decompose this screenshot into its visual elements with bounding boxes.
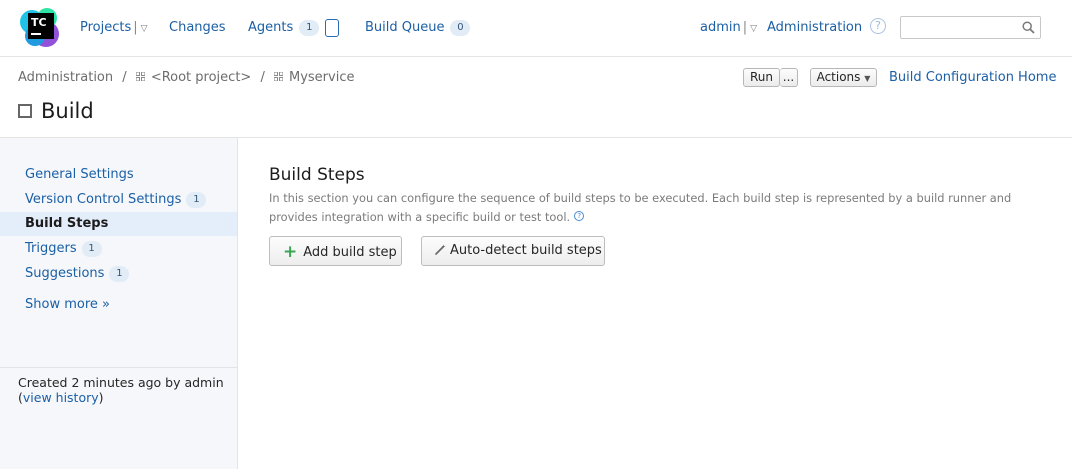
breadcrumb-root-project[interactable]: <Root project> xyxy=(151,70,252,85)
breadcrumb-administration[interactable]: Administration xyxy=(18,70,113,85)
search-field[interactable] xyxy=(900,16,1041,39)
sidebar-item-version-control-settings[interactable]: Version Control Settings 1 xyxy=(0,188,237,212)
page-title: Build xyxy=(18,99,94,123)
show-more-link[interactable]: Show more » xyxy=(25,297,110,312)
created-text: Created 2 minutes ago by admin xyxy=(18,375,224,390)
build-configuration-home-link[interactable]: Build Configuration Home xyxy=(889,70,1056,85)
sidebar-item-triggers[interactable]: Triggers 1 xyxy=(0,237,237,261)
sidebar-item-suggestions[interactable]: Suggestions 1 xyxy=(0,262,237,286)
user-name: admin xyxy=(700,20,741,35)
nav-agents-label: Agents xyxy=(248,20,294,35)
auto-detect-build-steps-button[interactable]: Auto-detect build steps xyxy=(421,236,605,266)
created-info: Created 2 minutes ago by admin (view his… xyxy=(18,375,224,405)
suggestions-count-badge: 1 xyxy=(109,266,130,282)
actions-button[interactable]: Actions ▼ xyxy=(810,68,877,87)
help-icon[interactable]: ? xyxy=(574,211,585,221)
nav-projects-label: Projects xyxy=(80,20,132,35)
agents-count-badge: 1 xyxy=(299,20,320,36)
build-status-icon xyxy=(18,104,32,118)
nav-changes[interactable]: Changes xyxy=(169,20,226,35)
chevron-down-icon: ▼ xyxy=(864,74,871,83)
sidebar-item-build-steps[interactable]: Build Steps xyxy=(0,212,237,236)
triggers-count-badge: 1 xyxy=(81,241,102,257)
sidebar-item-general-settings[interactable]: General Settings xyxy=(0,163,237,187)
plus-icon: + xyxy=(283,242,298,262)
project-icon xyxy=(273,72,283,81)
section-title: Build Steps xyxy=(269,165,365,185)
help-icon[interactable]: ? xyxy=(870,18,886,34)
sidebar-item-label: Build Steps xyxy=(25,216,109,231)
nav-build-queue-label: Build Queue xyxy=(365,20,445,35)
view-history-link[interactable]: view history xyxy=(23,390,99,405)
user-menu[interactable]: admin | ▽ xyxy=(700,20,757,35)
project-icon xyxy=(135,72,145,81)
sidebar-item-label: Version Control Settings xyxy=(25,192,182,207)
magic-wand-icon xyxy=(435,244,446,255)
breadcrumb-myservice[interactable]: Myservice xyxy=(289,70,354,85)
sidebar-item-label: Suggestions xyxy=(25,266,105,281)
sidebar-divider xyxy=(0,367,237,368)
nav-projects[interactable]: Projects | ▽ xyxy=(80,20,148,35)
nav-administration[interactable]: Administration xyxy=(767,20,862,35)
run-button[interactable]: Run xyxy=(743,68,780,87)
search-input[interactable] xyxy=(901,17,1016,38)
user-dropdown-icon[interactable]: ▽ xyxy=(750,24,757,34)
add-build-step-button[interactable]: + Add build step xyxy=(269,236,402,266)
actions-label: Actions xyxy=(816,70,861,84)
search-icon[interactable] xyxy=(1022,21,1035,34)
section-description: In this section you can configure the se… xyxy=(269,189,1049,227)
breadcrumb: Administration / <Root project> / Myserv… xyxy=(18,70,355,85)
agent-status-icon[interactable] xyxy=(325,19,339,37)
vcs-count-badge: 1 xyxy=(186,192,207,208)
sidebar-item-label: General Settings xyxy=(25,167,134,182)
page-title-text: Build xyxy=(41,99,94,123)
build-queue-count-badge: 0 xyxy=(450,20,471,36)
teamcity-logo-icon[interactable]: TC xyxy=(19,6,61,48)
nav-build-queue[interactable]: Build Queue 0 xyxy=(365,20,471,37)
run-options-button[interactable]: ... xyxy=(780,68,798,87)
logo-text: TC xyxy=(31,16,47,29)
nav-agents[interactable]: Agents 1 xyxy=(248,20,320,37)
settings-sidebar: General Settings Version Control Setting… xyxy=(0,138,238,469)
add-build-step-label: Add build step xyxy=(303,245,397,260)
description-text: In this section you can configure the se… xyxy=(269,191,1012,224)
auto-detect-label: Auto-detect build steps xyxy=(450,243,602,258)
top-navigation-bar: TC Projects | ▽ Changes Agents 1 Build Queu… xyxy=(0,0,1072,57)
sidebar-item-label: Triggers xyxy=(25,241,77,256)
projects-dropdown-icon[interactable]: ▽ xyxy=(141,24,148,34)
